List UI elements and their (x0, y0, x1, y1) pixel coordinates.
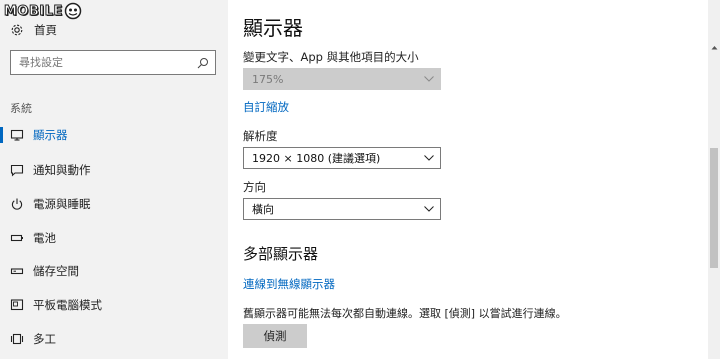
multitasking-icon (10, 332, 24, 346)
sidebar-item-display[interactable]: 顯示器 (0, 120, 228, 150)
orientation-dropdown[interactable]: 橫向 (243, 198, 441, 220)
wireless-display-link[interactable]: 連線到無線顯示器 (243, 276, 335, 292)
home-nav-item[interactable]: 首頁 (10, 20, 57, 40)
gear-icon (10, 23, 24, 37)
scroll-up-arrow-icon[interactable] (708, 40, 720, 54)
search-box[interactable] (10, 50, 216, 75)
scale-value: 175% (252, 72, 284, 86)
multi-display-title: 多部顯示器 (243, 245, 319, 263)
resolution-label: 解析度 (243, 129, 278, 143)
detect-button[interactable]: 偵測 (243, 324, 307, 348)
sidebar-item-power[interactable]: 電源與睡眠 (0, 189, 228, 219)
chevron-down-icon (418, 155, 440, 161)
resolution-value: 1920 × 1080 (建議選項) (252, 152, 381, 165)
sidebar-item-storage[interactable]: 儲存空間 (0, 256, 228, 286)
orientation-value: 橫向 (252, 203, 274, 216)
chevron-down-icon (418, 76, 440, 82)
battery-icon (10, 231, 24, 245)
scale-label: 變更文字、App 與其他項目的大小 (243, 50, 419, 64)
orientation-label: 方向 (243, 180, 266, 194)
detect-description: 舊顯示器可能無法每次都自動連線。選取 [偵測] 以嘗試進行連線。 (243, 307, 567, 320)
watermark-text: MOBILE (4, 3, 63, 19)
search-input[interactable] (11, 51, 191, 74)
sidebar-item-label: 平板電腦模式 (33, 298, 102, 312)
page-title: 顯示器 (243, 16, 303, 40)
sidebar-item-label: 電源與睡眠 (33, 197, 91, 211)
power-icon (10, 197, 24, 211)
sidebar-item-label: 電池 (33, 231, 56, 245)
custom-scaling-link[interactable]: 自訂縮放 (243, 99, 289, 115)
scrollbar-thumb[interactable] (710, 148, 718, 268)
resolution-dropdown[interactable]: 1920 × 1080 (建議選項) (243, 147, 441, 169)
section-label-system: 系統 (10, 102, 32, 115)
active-indicator (0, 127, 3, 143)
watermark-logo-icon (64, 2, 82, 20)
tablet-mode-icon (10, 298, 24, 312)
scrollbar[interactable] (708, 0, 720, 359)
sidebar-item-label: 多工 (33, 332, 56, 346)
storage-icon (10, 264, 24, 278)
sidebar-item-battery[interactable]: 電池 (0, 223, 228, 253)
sidebar-item-label: 儲存空間 (33, 264, 79, 278)
sidebar-item-tablet-mode[interactable]: 平板電腦模式 (0, 290, 228, 320)
sidebar-item-label: 顯示器 (33, 128, 68, 142)
scale-dropdown: 175% (243, 68, 441, 90)
main-content: 顯示器 變更文字、App 與其他項目的大小 175% 自訂縮放 解析度 1920… (228, 0, 708, 359)
watermark: MOBILE (4, 2, 82, 20)
chevron-down-icon (418, 206, 440, 212)
home-label: 首頁 (34, 23, 57, 37)
sidebar-item-label: 通知與動作 (33, 163, 91, 177)
monitor-icon (10, 128, 24, 142)
notification-icon (10, 163, 24, 177)
sidebar-item-multitasking[interactable]: 多工 (0, 324, 228, 354)
sidebar: MOBILE 首頁 系統 (0, 0, 228, 359)
sidebar-item-notifications[interactable]: 通知與動作 (0, 155, 228, 185)
search-icon[interactable] (191, 51, 215, 74)
